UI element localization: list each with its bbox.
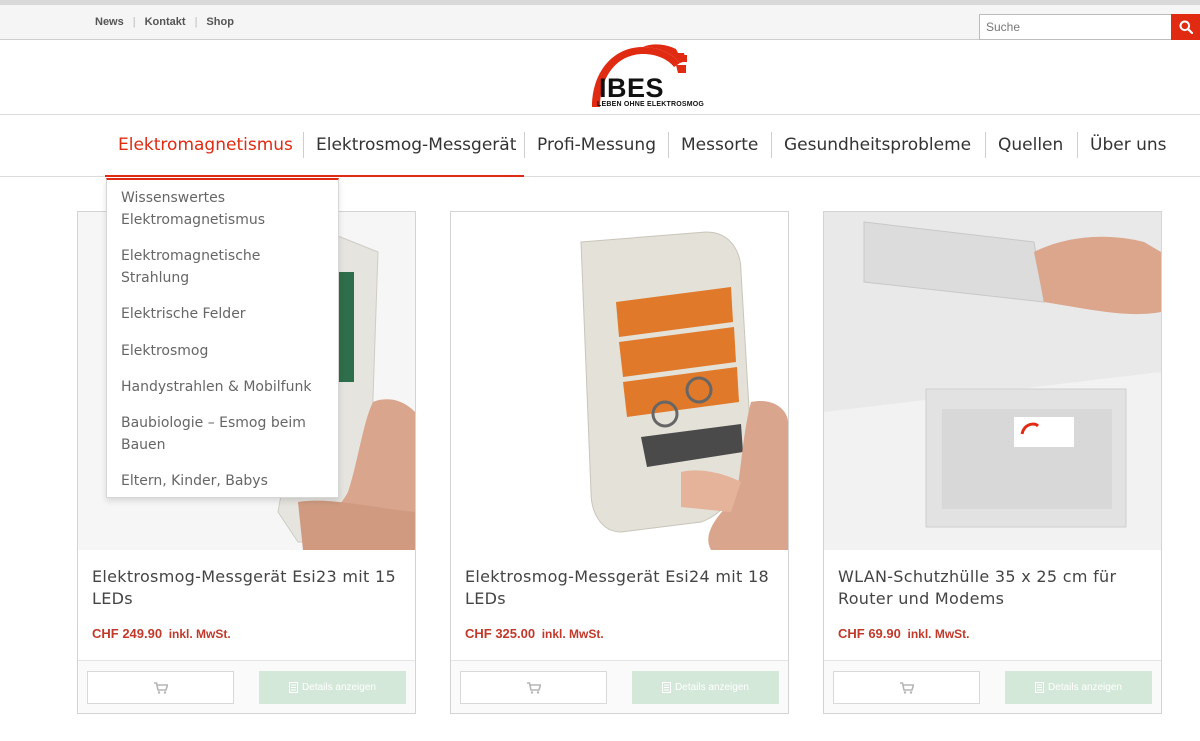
main-navigation: Elektromagnetismus Elektrosmog-Messgerät… (0, 115, 1200, 177)
top-link-separator: | (132, 16, 136, 28)
dropdown-item-elektrosmog[interactable]: Elektrosmog (121, 340, 326, 362)
details-button[interactable]: Details anzeigen (632, 671, 779, 704)
top-link-kontakt[interactable]: Kontakt (145, 16, 186, 28)
document-icon (1035, 682, 1045, 693)
dropdown-item-elektrische-felder[interactable]: Elektrische Felder (121, 303, 326, 325)
details-button[interactable]: Details anzeigen (1005, 671, 1152, 704)
product-title[interactable]: Elektrosmog-Messgerät Esi23 mit 15 LEDs (92, 566, 402, 610)
search-icon (1179, 20, 1193, 34)
details-button-label: Details anzeigen (302, 682, 376, 693)
product-card: WLAN-Schutzhülle 35 x 25 cm für Router u… (823, 211, 1162, 714)
nav-item-messorte[interactable]: Messorte (681, 130, 758, 160)
search-input[interactable] (979, 14, 1171, 40)
product-image[interactable] (451, 212, 788, 550)
product-card: Elektrosmog-Messgerät Esi24 mit 18 LEDs … (450, 211, 789, 714)
product-price: CHF 249.90 inkl. MwSt. (92, 626, 231, 641)
nav-separator (985, 132, 986, 158)
nav-item-elektromagnetismus[interactable]: Elektromagnetismus (118, 130, 293, 160)
document-icon (662, 682, 672, 693)
top-link-news[interactable]: News (95, 16, 124, 28)
nav-item-elektrosmog-messgeraet[interactable]: Elektrosmog-Messgerät (316, 130, 516, 160)
product-price: CHF 325.00 inkl. MwSt. (465, 626, 604, 641)
nav-active-underline (105, 175, 524, 177)
product-title[interactable]: Elektrosmog-Messgerät Esi24 mit 18 LEDs (465, 566, 775, 610)
nav-dropdown-elektromagnetismus: Wissenswertes Elektromagnetismus Elektro… (106, 178, 339, 498)
price-value: CHF 69.90 (838, 626, 901, 641)
dropdown-item-baubiologie[interactable]: Baubiologie – Esmog beim Bauen (121, 412, 326, 456)
logo-tagline: LEBEN OHNE ELEKTROSMOG (597, 101, 705, 108)
search-bar (979, 14, 1200, 40)
logo-wordmark: IBES (599, 73, 665, 103)
top-link-shop[interactable]: Shop (206, 16, 234, 28)
price-vat-note: inkl. MwSt. (907, 627, 970, 641)
nav-item-gesundheitsprobleme[interactable]: Gesundheitsprobleme (784, 130, 971, 160)
product-title[interactable]: WLAN-Schutzhülle 35 x 25 cm für Router u… (838, 566, 1148, 610)
details-button-label: Details anzeigen (1048, 682, 1122, 693)
top-links: News | Kontakt | Shop (95, 16, 234, 28)
price-value: CHF 249.90 (92, 626, 163, 641)
nav-separator (524, 132, 525, 158)
price-value: CHF 325.00 (465, 626, 536, 641)
nav-item-profi-messung[interactable]: Profi-Messung (537, 130, 656, 160)
product-price: CHF 69.90 inkl. MwSt. (838, 626, 970, 641)
nav-item-ueber-uns[interactable]: Über uns (1090, 130, 1167, 160)
price-vat-note: inkl. MwSt. (168, 627, 231, 641)
cart-icon (526, 681, 541, 694)
add-to-cart-button[interactable] (833, 671, 980, 704)
dropdown-item-wissenswertes[interactable]: Wissenswertes Elektromagnetismus (121, 187, 326, 231)
details-button-label: Details anzeigen (675, 682, 749, 693)
product-image-wlan-schutzhuelle (824, 212, 1161, 550)
nav-separator (771, 132, 772, 158)
details-button[interactable]: Details anzeigen (259, 671, 406, 704)
nav-separator (1077, 132, 1078, 158)
search-button[interactable] (1171, 14, 1200, 40)
dropdown-item-eltern-kinder-babys[interactable]: Eltern, Kinder, Babys (121, 470, 326, 492)
top-bar: News | Kontakt | Shop (0, 0, 1200, 40)
price-vat-note: inkl. MwSt. (541, 627, 604, 641)
product-card-footer: Details anzeigen (451, 660, 788, 713)
nav-item-quellen[interactable]: Quellen (998, 130, 1063, 160)
add-to-cart-button[interactable] (87, 671, 234, 704)
add-to-cart-button[interactable] (460, 671, 607, 704)
dropdown-item-handystrahlen[interactable]: Handystrahlen & Mobilfunk (121, 376, 326, 398)
nav-separator (303, 132, 304, 158)
product-card-footer: Details anzeigen (824, 660, 1161, 713)
top-link-separator: | (194, 16, 198, 28)
product-image-esi24 (451, 212, 788, 550)
nav-separator (668, 132, 669, 158)
product-image[interactable] (824, 212, 1161, 550)
product-card-footer: Details anzeigen (78, 660, 415, 713)
dropdown-item-strahlung[interactable]: Elektromagnetische Strahlung (121, 245, 326, 289)
document-icon (289, 682, 299, 693)
cart-icon (153, 681, 168, 694)
cart-icon (899, 681, 914, 694)
site-logo[interactable]: IBES LEBEN OHNE ELEKTROSMOG (588, 43, 704, 113)
